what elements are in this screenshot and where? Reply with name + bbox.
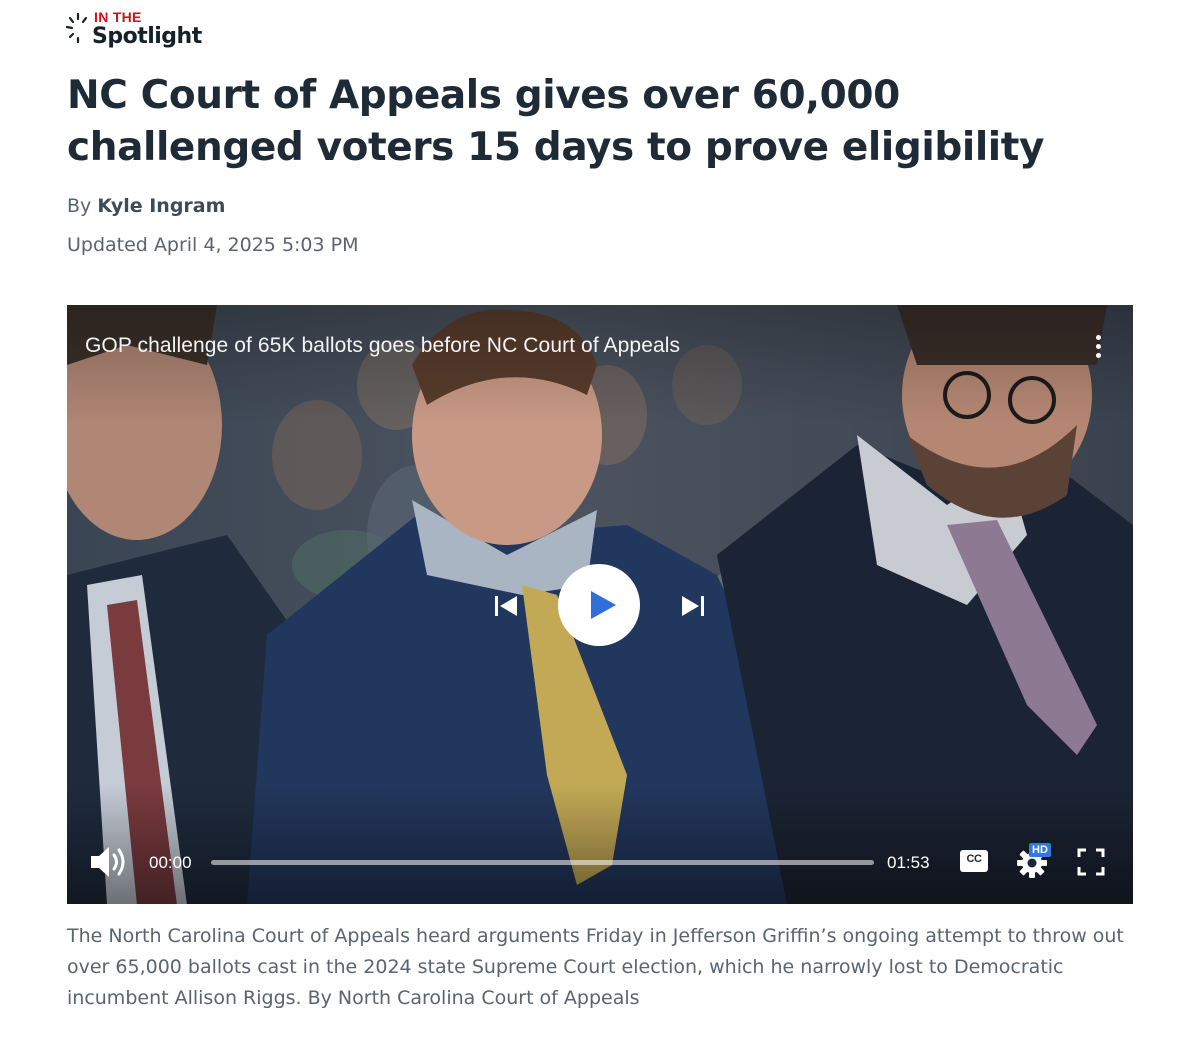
video-player[interactable]: GOP challenge of 65K ballots goes before… xyxy=(67,305,1133,904)
duration: 01:53 xyxy=(887,853,930,872)
skip-previous-icon[interactable] xyxy=(492,594,520,618)
brand-line2: Spotlight xyxy=(92,24,202,49)
captions-icon: CC xyxy=(966,853,982,865)
hd-badge: HD xyxy=(1029,843,1051,857)
burst-icon xyxy=(66,12,88,44)
captions-button[interactable]: CC xyxy=(960,850,988,872)
play-icon xyxy=(591,591,616,619)
progress-bar[interactable] xyxy=(211,860,874,865)
byline: By Kyle Ingram xyxy=(67,195,225,217)
byline-prefix: By xyxy=(67,195,92,217)
current-time: 00:00 xyxy=(149,853,192,872)
updated-timestamp: Updated April 4, 2025 5:03 PM xyxy=(67,234,359,256)
brand-line1: IN THE xyxy=(94,9,142,25)
more-icon[interactable] xyxy=(1093,335,1103,361)
video-title[interactable]: GOP challenge of 65K ballots goes before… xyxy=(85,334,680,358)
video-caption: The North Carolina Court of Appeals hear… xyxy=(67,925,1124,1009)
fullscreen-icon[interactable] xyxy=(1077,848,1105,876)
author-link[interactable]: Kyle Ingram xyxy=(97,195,225,217)
play-button[interactable] xyxy=(558,564,640,646)
article-headline: NC Court of Appeals gives over 60,000 ch… xyxy=(67,73,1045,170)
skip-next-icon[interactable] xyxy=(679,594,707,618)
volume-icon[interactable] xyxy=(89,843,129,881)
section-brand[interactable]: IN THE Spotlight xyxy=(66,8,226,56)
